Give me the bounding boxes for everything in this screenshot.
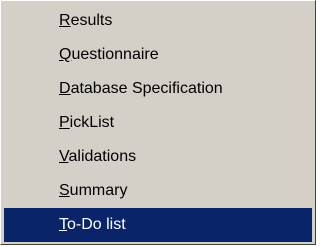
- menu-item-validations[interactable]: Validations: [4, 140, 312, 174]
- menu-item-label: alidations: [68, 148, 137, 165]
- menu-item-mnemonic: P: [59, 114, 70, 131]
- menu-item-database-specification[interactable]: Database Specification: [4, 72, 312, 106]
- menu-item-picklist[interactable]: PickList: [4, 106, 312, 140]
- menu-item-label: atabase Specification: [70, 80, 223, 97]
- menu-item-label: o-Do list: [67, 216, 126, 233]
- menu-item-mnemonic: S: [59, 182, 70, 199]
- menu-item-mnemonic: Q: [59, 46, 72, 63]
- menu-item-label: ummary: [69, 182, 128, 199]
- context-menu: Results Questionnaire Database Specifica…: [0, 0, 316, 245]
- menu-item-label: esults: [70, 12, 113, 29]
- menu-item-mnemonic: D: [59, 80, 71, 97]
- menu-item-mnemonic: T: [59, 216, 67, 233]
- menu-item-mnemonic: R: [59, 12, 71, 29]
- menu-list: Results Questionnaire Database Specifica…: [4, 4, 312, 242]
- menu-item-todo-list[interactable]: To-Do list: [4, 208, 312, 242]
- menu-item-questionnaire[interactable]: Questionnaire: [4, 38, 312, 72]
- menu-item-label: uestionnaire: [71, 46, 159, 63]
- menu-item-results[interactable]: Results: [4, 4, 312, 38]
- menu-item-summary[interactable]: Summary: [4, 174, 312, 208]
- menu-item-label: ickList: [69, 114, 115, 131]
